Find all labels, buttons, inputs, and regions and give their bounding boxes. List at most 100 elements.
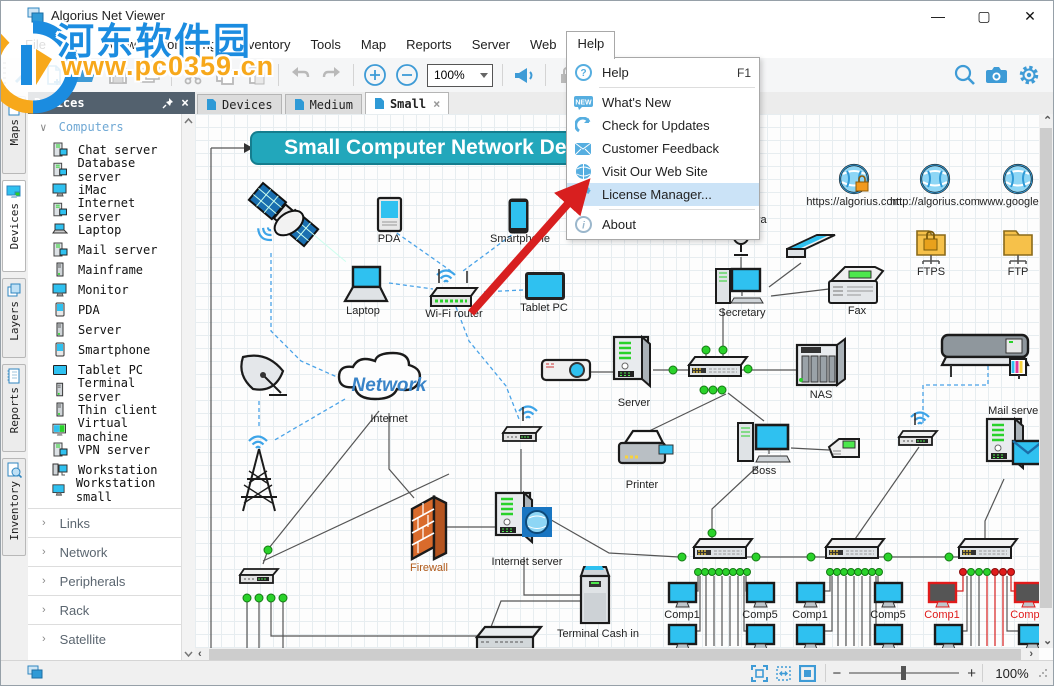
- tree-item-pda[interactable]: PDA: [28, 300, 182, 320]
- zoom-slider-handle[interactable]: [901, 666, 906, 680]
- camera-capture-icon[interactable]: [983, 61, 1011, 89]
- pin-icon[interactable]: [161, 96, 175, 110]
- comp-node[interactable]: [669, 625, 696, 648]
- comp-node[interactable]: [875, 625, 902, 648]
- paste-icon[interactable]: [243, 61, 271, 89]
- tab-small[interactable]: Small×: [365, 92, 449, 114]
- fit-screen-icon[interactable]: [795, 663, 819, 683]
- ftps-node[interactable]: [917, 231, 945, 264]
- vertical-scrollbar[interactable]: ⌃ ⌄: [1039, 114, 1053, 648]
- zoom-slider-track[interactable]: [849, 672, 959, 674]
- comp-node[interactable]: [1019, 625, 1039, 648]
- help-menu-item-about[interactable]: i About: [567, 213, 759, 236]
- internet-cloud-node[interactable]: Network: [339, 353, 428, 399]
- comp1b-node[interactable]: [797, 583, 824, 607]
- fit-selection-icon[interactable]: [747, 663, 771, 683]
- maximize-button[interactable]: ▢: [961, 1, 1007, 31]
- help-menu-item-whats-new[interactable]: NEW What's New: [567, 91, 759, 114]
- zoom-plus-icon[interactable]: +: [967, 665, 976, 682]
- tab-devices[interactable]: Devices: [197, 94, 282, 114]
- menu-reports[interactable]: Reports: [396, 33, 462, 56]
- mail-server-node[interactable]: [987, 419, 1039, 468]
- tree-item-internet-server[interactable]: Internet server: [28, 200, 182, 220]
- tree-item-mainframe[interactable]: Mainframe: [28, 260, 182, 280]
- firewall-node[interactable]: [412, 497, 446, 559]
- tree-item-workstation-small[interactable]: Workstation small: [28, 480, 182, 500]
- zoom-slider[interactable]: − +: [832, 665, 976, 682]
- wireless-router2-node[interactable]: [503, 407, 541, 442]
- menu-web[interactable]: Web: [520, 33, 567, 56]
- menu-map[interactable]: Map: [351, 33, 396, 56]
- help-menu-item-website[interactable]: Visit Our Web Site: [567, 160, 759, 183]
- radio-tower-node[interactable]: [241, 449, 277, 511]
- comp1a-node[interactable]: [669, 583, 696, 607]
- pda-node[interactable]: [378, 198, 401, 231]
- scanner-node[interactable]: [787, 235, 835, 257]
- satellite-node[interactable]: [249, 183, 350, 273]
- zoom-out-icon[interactable]: [393, 61, 421, 89]
- fax-node[interactable]: [829, 267, 883, 303]
- zoom-minus-icon[interactable]: −: [832, 665, 841, 682]
- tree-group-links[interactable]: ›Links: [28, 508, 182, 537]
- undo-icon[interactable]: [286, 61, 314, 89]
- tablet-pc-node[interactable]: [525, 272, 565, 300]
- website-google-node[interactable]: [1004, 165, 1032, 193]
- server-node[interactable]: [614, 337, 650, 386]
- help-menu-item-help[interactable]: ? Help F1: [567, 61, 759, 84]
- website-http-node[interactable]: [921, 165, 949, 193]
- tree-item-mail-server[interactable]: Mail server: [28, 240, 182, 260]
- satellite-dish-node[interactable]: [241, 356, 287, 395]
- save-all-icon[interactable]: [136, 61, 164, 89]
- comp-node[interactable]: [747, 625, 774, 648]
- menu-inventory[interactable]: Inventory: [227, 33, 300, 56]
- help-menu-item-feedback[interactable]: Customer Feedback: [567, 137, 759, 160]
- menu-view[interactable]: View: [98, 33, 146, 56]
- wireless-ap-node[interactable]: [899, 413, 937, 446]
- side-tab-reports[interactable]: Reports: [2, 364, 26, 452]
- switch2-node[interactable]: [826, 539, 884, 558]
- wizard-icon[interactable]: [8, 61, 36, 89]
- close-button[interactable]: ✕: [1007, 1, 1053, 31]
- smartphone-node[interactable]: [509, 199, 528, 233]
- tree-item-database-server[interactable]: Database server: [28, 160, 182, 180]
- scroll-up-icon[interactable]: ⌃: [1043, 114, 1052, 127]
- cut-icon[interactable]: [179, 61, 207, 89]
- switch3-node[interactable]: [959, 539, 1017, 558]
- side-tab-layers[interactable]: Layers: [2, 278, 26, 358]
- comp5b-node[interactable]: [875, 583, 902, 607]
- resize-grip[interactable]: [1037, 667, 1049, 679]
- panel-scrollbar[interactable]: [181, 114, 195, 661]
- left-switch-node[interactable]: [240, 569, 278, 583]
- tab-medium[interactable]: Medium: [285, 94, 362, 114]
- side-tab-inventory[interactable]: Inventory: [2, 458, 26, 556]
- tree-group-network[interactable]: ›Network: [28, 537, 182, 566]
- scroll-right-icon[interactable]: ›: [1029, 648, 1033, 660]
- tree-group-computers[interactable]: ∨Computers: [28, 114, 182, 140]
- save-icon[interactable]: [104, 61, 132, 89]
- menu-server[interactable]: Server: [462, 33, 520, 56]
- nas-node[interactable]: [797, 339, 845, 385]
- help-menu-item-license-manager[interactable]: License Manager...: [567, 183, 759, 206]
- minimize-button[interactable]: —: [915, 1, 961, 31]
- comp1c-node[interactable]: [929, 583, 956, 607]
- scroll-down-icon[interactable]: [184, 649, 193, 658]
- menu-file[interactable]: File: [15, 33, 56, 56]
- main-switch-node[interactable]: [689, 357, 747, 376]
- internet-server-node[interactable]: [496, 493, 552, 542]
- menu-monitoring[interactable]: Monitoring: [146, 33, 227, 56]
- secretary-node[interactable]: [716, 269, 763, 303]
- redo-icon[interactable]: [318, 61, 346, 89]
- comp5c-node[interactable]: [1015, 583, 1039, 607]
- open-icon[interactable]: [72, 61, 100, 89]
- toolbar-grip[interactable]: [3, 62, 6, 88]
- close-tab-icon[interactable]: ×: [433, 97, 440, 111]
- switch1-node[interactable]: [694, 539, 752, 558]
- wifi-router-node[interactable]: [431, 269, 477, 306]
- website-https-node[interactable]: [840, 165, 868, 193]
- tree-item-terminal-server[interactable]: Terminal server: [28, 380, 182, 400]
- projector-node[interactable]: [542, 360, 590, 380]
- bottom-switch-node[interactable]: [477, 627, 541, 648]
- printer-node[interactable]: [619, 431, 673, 463]
- tree-item-smartphone[interactable]: Smartphone: [28, 340, 182, 360]
- ftp-node[interactable]: [1004, 231, 1032, 264]
